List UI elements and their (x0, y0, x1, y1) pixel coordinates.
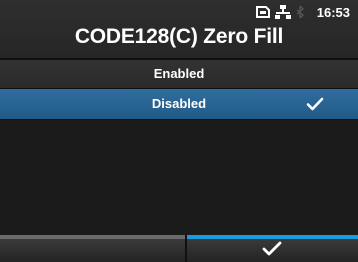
page-title: CODE128(C) Zero Fill (74, 25, 284, 48)
option-enabled[interactable]: Enabled (0, 60, 358, 89)
wireless-icon (295, 5, 311, 19)
confirm-button[interactable] (186, 235, 358, 262)
option-label: Disabled (151, 96, 207, 111)
option-list: Enabled Disabled (0, 60, 358, 120)
option-disabled[interactable]: Disabled (0, 89, 358, 120)
clock: 16:53 (316, 4, 350, 20)
option-label: Enabled (153, 66, 205, 81)
network-icon (274, 5, 291, 19)
header: 16:53 CODE128(C) Zero Fill (0, 0, 358, 58)
printer-settings-screen: 16:53 CODE128(C) Zero Fill Enabled Disab… (0, 0, 358, 262)
status-bar: 16:53 (255, 2, 350, 22)
back-button[interactable] (0, 235, 185, 262)
list-empty-area (0, 120, 358, 235)
soft-key-bar (0, 235, 358, 262)
sd-card-icon (255, 5, 271, 19)
checkmark-icon (262, 241, 282, 261)
checkmark-icon (306, 89, 324, 119)
